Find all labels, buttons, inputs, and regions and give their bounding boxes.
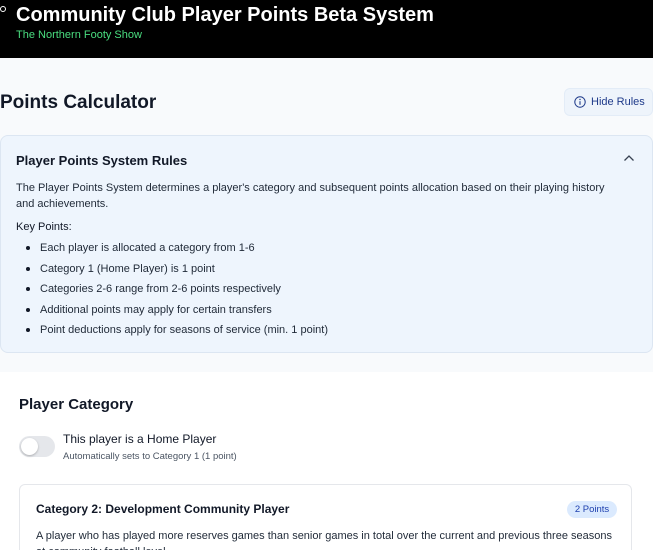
home-player-label: This player is a Home Player — [63, 432, 217, 446]
app-subtitle: The Northern Footy Show — [16, 29, 142, 41]
page-title: Points Calculator — [0, 92, 157, 113]
rules-title: Player Points System Rules — [16, 153, 188, 168]
app-title: Community Club Player Points Beta System — [16, 4, 434, 26]
hide-rules-label: Hide Rules — [591, 96, 645, 108]
rules-panel: Player Points System Rules The Player Po… — [0, 135, 653, 353]
list-item: Point deductions apply for seasons of se… — [26, 322, 328, 343]
list-item: Categories 2-6 range from 2-6 points res… — [26, 281, 328, 302]
list-item: Additional points may apply for certain … — [26, 302, 328, 323]
toggle-knob — [21, 438, 38, 455]
top-header: Community Club Player Points Beta System… — [0, 0, 653, 58]
category-card[interactable]: Category 2: Development Community Player… — [19, 484, 632, 550]
chevron-up-icon[interactable] — [623, 154, 635, 162]
rules-description: The Player Points System determines a pl… — [16, 182, 605, 210]
hide-rules-button[interactable]: Hide Rules — [564, 88, 653, 116]
category-description: A player who has played more reserves ga… — [36, 530, 612, 550]
home-player-hint: Automatically sets to Category 1 (1 poin… — [63, 451, 237, 462]
home-player-toggle[interactable] — [19, 436, 55, 457]
list-item: Each player is allocated a category from… — [26, 240, 328, 261]
category-title: Category 2: Development Community Player — [36, 502, 290, 516]
points-badge: 2 Points — [567, 501, 617, 518]
key-points-label: Key Points: — [16, 221, 72, 233]
section-title: Player Category — [19, 396, 134, 413]
list-item: Category 1 (Home Player) is 1 point — [26, 261, 328, 282]
logo-icon — [0, 6, 6, 12]
player-category-section: Player Category This player is a Home Pl… — [0, 372, 653, 550]
info-circle-icon — [574, 96, 586, 108]
key-points-list: Each player is allocated a category from… — [26, 240, 328, 343]
